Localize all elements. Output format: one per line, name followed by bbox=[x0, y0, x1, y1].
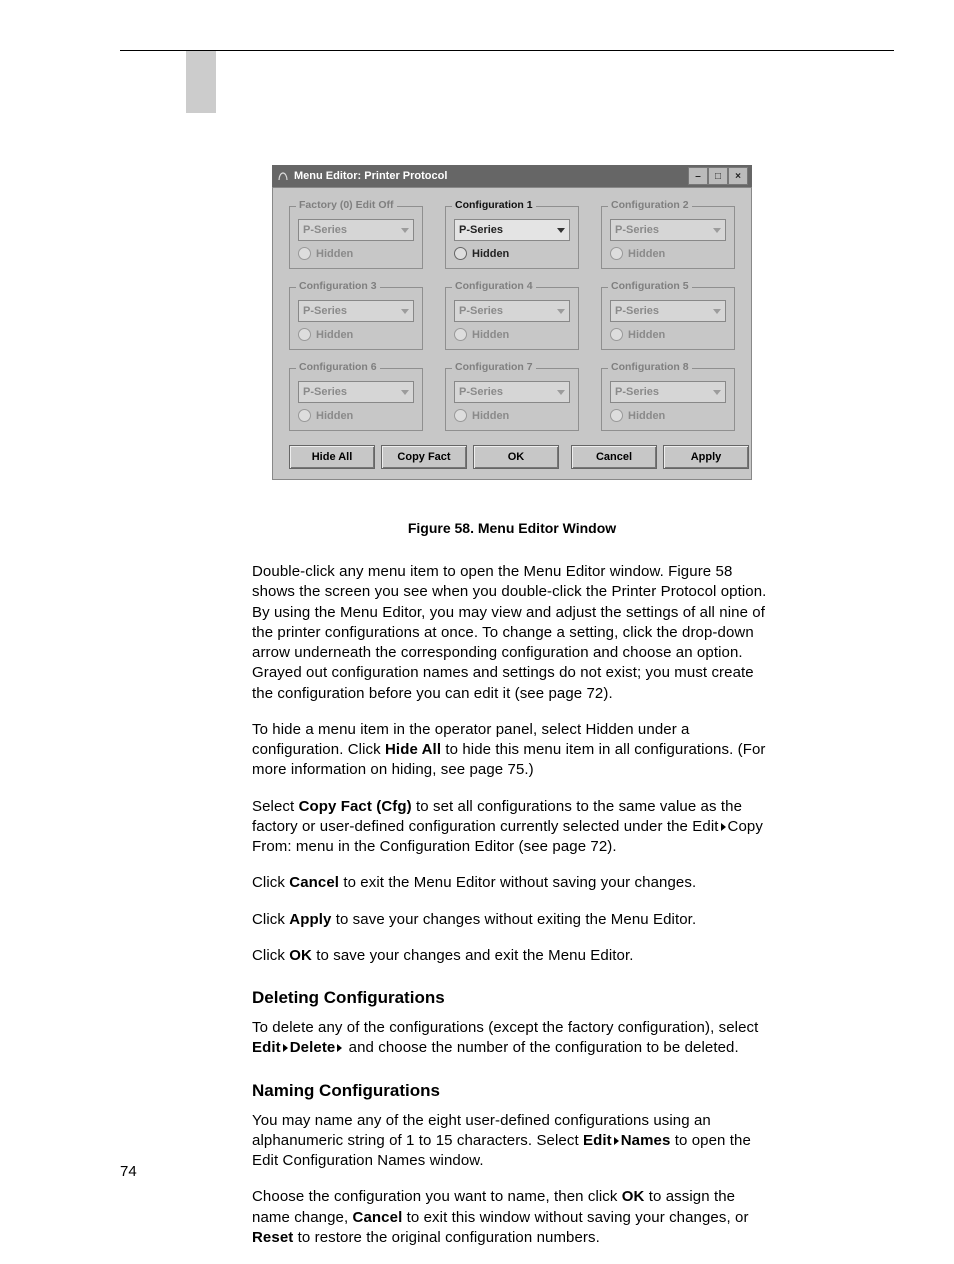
value-dropdown: P-Series bbox=[298, 219, 414, 241]
chevron-down-icon bbox=[557, 228, 565, 233]
config-group: Configuration 8P-SeriesHidden bbox=[601, 368, 735, 431]
copy-fact-button[interactable]: Copy Fact bbox=[381, 445, 467, 469]
paragraph: To hide a menu item in the operator pane… bbox=[252, 720, 772, 781]
minimize-button[interactable]: – bbox=[688, 167, 708, 185]
radio-icon bbox=[454, 247, 467, 260]
hidden-radio: Hidden bbox=[610, 247, 726, 260]
value-dropdown: P-Series bbox=[610, 300, 726, 322]
radio-icon bbox=[610, 247, 623, 260]
group-legend: Configuration 4 bbox=[452, 280, 536, 292]
hide-all-button[interactable]: Hide All bbox=[289, 445, 375, 469]
radio-icon bbox=[298, 328, 311, 341]
value-dropdown: P-Series bbox=[298, 300, 414, 322]
arrow-right-icon bbox=[283, 1044, 288, 1052]
paragraph: Click Cancel to exit the Menu Editor wit… bbox=[252, 873, 772, 893]
menu-editor-window: Menu Editor: Printer Protocol – □ × Fact… bbox=[272, 165, 752, 480]
value-dropdown: P-Series bbox=[454, 381, 570, 403]
group-legend: Configuration 1 bbox=[452, 199, 536, 211]
config-group: Factory (0) Edit OffP-SeriesHidden bbox=[289, 206, 423, 269]
app-icon bbox=[276, 169, 290, 183]
maximize-button[interactable]: □ bbox=[708, 167, 728, 185]
group-legend: Configuration 7 bbox=[452, 361, 536, 373]
hidden-radio: Hidden bbox=[610, 328, 726, 341]
cancel-button[interactable]: Cancel bbox=[571, 445, 657, 469]
config-group: Configuration 3P-SeriesHidden bbox=[289, 287, 423, 350]
hidden-radio: Hidden bbox=[454, 328, 570, 341]
section-heading: Naming Configurations bbox=[252, 1081, 772, 1101]
value-dropdown: P-Series bbox=[610, 219, 726, 241]
group-legend: Configuration 5 bbox=[608, 280, 692, 292]
window-title: Menu Editor: Printer Protocol bbox=[294, 170, 688, 182]
arrow-right-icon bbox=[721, 823, 726, 831]
chevron-down-icon bbox=[401, 228, 409, 233]
radio-icon bbox=[454, 409, 467, 422]
apply-button[interactable]: Apply bbox=[663, 445, 749, 469]
chevron-down-icon bbox=[713, 309, 721, 314]
arrow-right-icon bbox=[614, 1137, 619, 1145]
chevron-down-icon bbox=[713, 390, 721, 395]
header-rule bbox=[120, 50, 894, 51]
paragraph: Double-click any menu item to open the M… bbox=[252, 562, 772, 704]
page-number: 74 bbox=[120, 1163, 137, 1180]
chevron-down-icon bbox=[557, 390, 565, 395]
config-group: Configuration 2P-SeriesHidden bbox=[601, 206, 735, 269]
paragraph: You may name any of the eight user-defin… bbox=[252, 1111, 772, 1172]
paragraph: Choose the configuration you want to nam… bbox=[252, 1187, 772, 1248]
arrow-right-icon bbox=[337, 1044, 342, 1052]
paragraph: Click OK to save your changes and exit t… bbox=[252, 946, 772, 966]
chapter-tab bbox=[186, 51, 216, 113]
group-legend: Configuration 6 bbox=[296, 361, 380, 373]
value-dropdown: P-Series bbox=[454, 300, 570, 322]
ok-button[interactable]: OK bbox=[473, 445, 559, 469]
group-legend: Factory (0) Edit Off bbox=[296, 199, 397, 211]
radio-icon bbox=[298, 409, 311, 422]
paragraph: Select Copy Fact (Cfg) to set all config… bbox=[252, 797, 772, 858]
config-group: Configuration 4P-SeriesHidden bbox=[445, 287, 579, 350]
group-legend: Configuration 2 bbox=[608, 199, 692, 211]
paragraph: To delete any of the configurations (exc… bbox=[252, 1018, 772, 1059]
config-group: Configuration 6P-SeriesHidden bbox=[289, 368, 423, 431]
value-dropdown: P-Series bbox=[610, 381, 726, 403]
chevron-down-icon bbox=[401, 309, 409, 314]
hidden-radio[interactable]: Hidden bbox=[454, 247, 570, 260]
figure-caption: Figure 58. Menu Editor Window bbox=[252, 520, 772, 536]
radio-icon bbox=[610, 409, 623, 422]
radio-icon bbox=[610, 328, 623, 341]
hidden-radio: Hidden bbox=[610, 409, 726, 422]
hidden-radio: Hidden bbox=[454, 409, 570, 422]
paragraph: Click Apply to save your changes without… bbox=[252, 910, 772, 930]
chevron-down-icon bbox=[401, 390, 409, 395]
section-heading: Deleting Configurations bbox=[252, 988, 772, 1008]
hidden-radio: Hidden bbox=[298, 328, 414, 341]
group-legend: Configuration 8 bbox=[608, 361, 692, 373]
value-dropdown[interactable]: P-Series bbox=[454, 219, 570, 241]
chevron-down-icon bbox=[713, 228, 721, 233]
radio-icon bbox=[454, 328, 467, 341]
config-group: Configuration 5P-SeriesHidden bbox=[601, 287, 735, 350]
group-legend: Configuration 3 bbox=[296, 280, 380, 292]
page-content: Menu Editor: Printer Protocol – □ × Fact… bbox=[252, 165, 772, 1264]
hidden-radio: Hidden bbox=[298, 247, 414, 260]
radio-icon bbox=[298, 247, 311, 260]
chevron-down-icon bbox=[557, 309, 565, 314]
hidden-radio: Hidden bbox=[298, 409, 414, 422]
close-button[interactable]: × bbox=[728, 167, 748, 185]
title-bar: Menu Editor: Printer Protocol – □ × bbox=[272, 165, 752, 187]
value-dropdown: P-Series bbox=[298, 381, 414, 403]
config-group: Configuration 1P-SeriesHidden bbox=[445, 206, 579, 269]
config-group: Configuration 7P-SeriesHidden bbox=[445, 368, 579, 431]
